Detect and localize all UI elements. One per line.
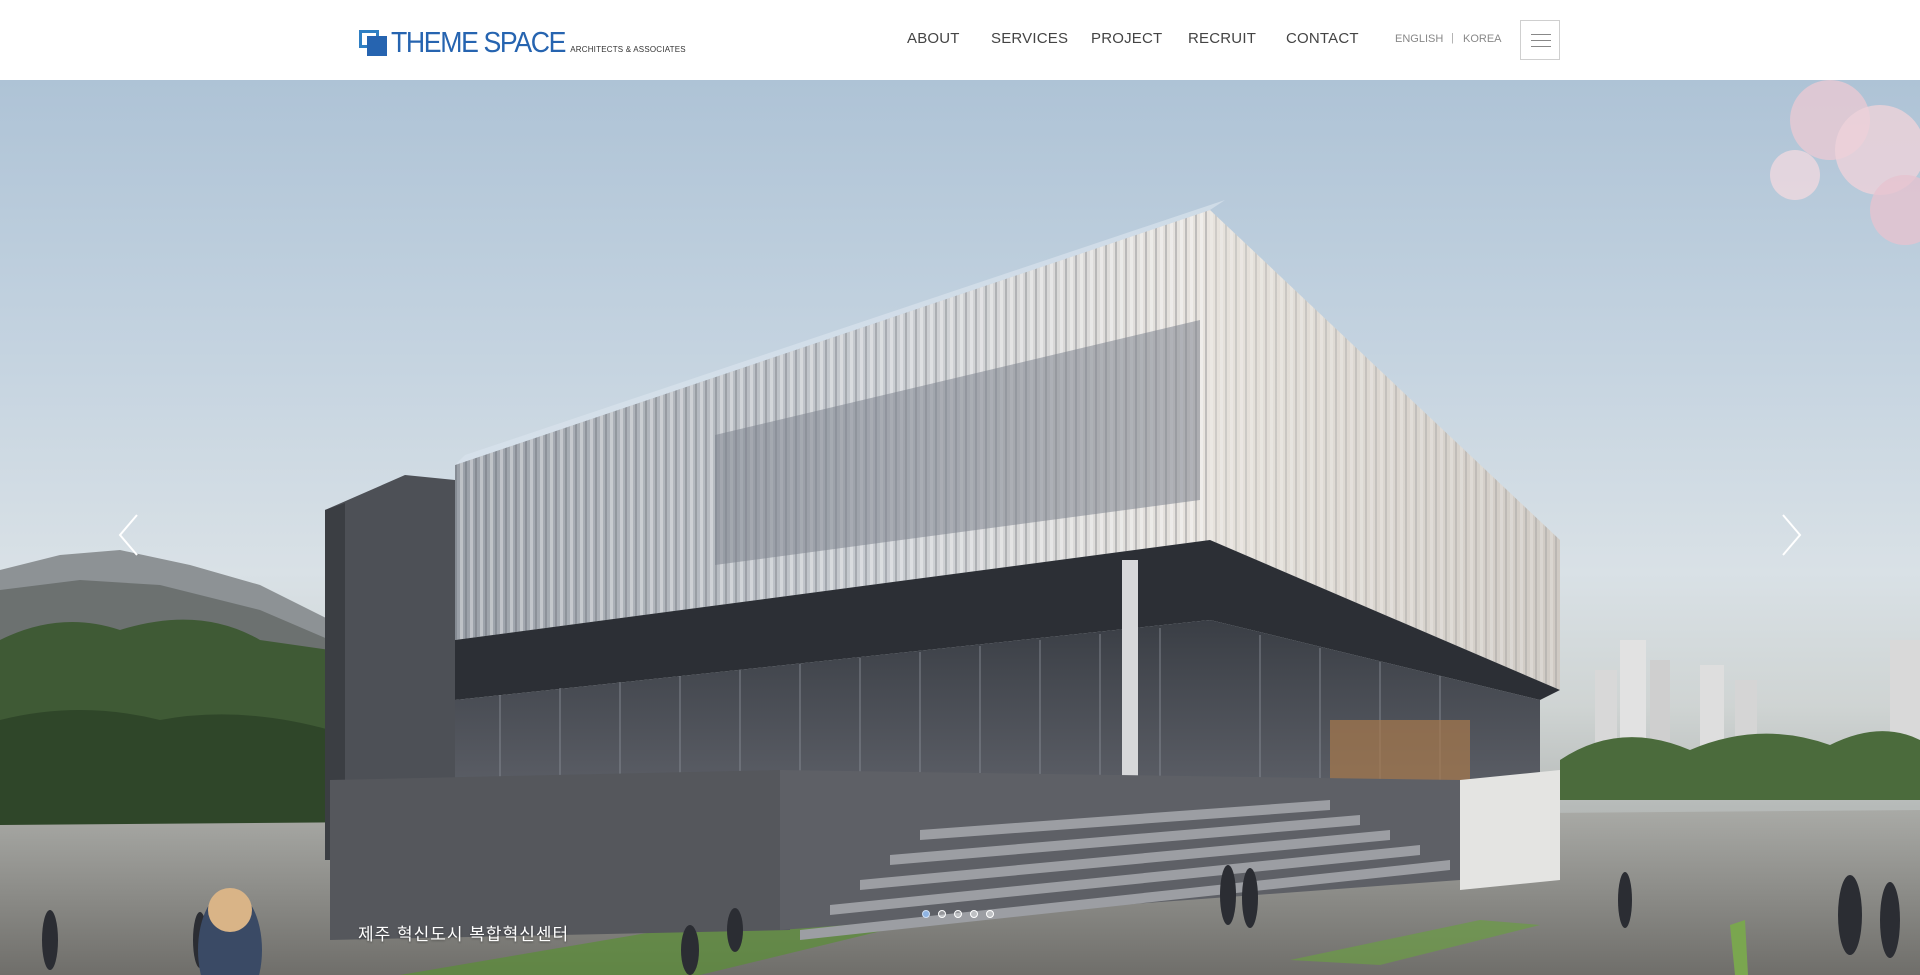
nav-about[interactable]: ABOUT xyxy=(907,30,960,47)
lang-english[interactable]: ENGLISH xyxy=(1395,33,1443,45)
logo-icon xyxy=(359,30,387,56)
slide-dot-2[interactable] xyxy=(938,910,946,918)
lang-separator: | xyxy=(1451,32,1454,44)
prev-slide-button[interactable] xyxy=(115,510,145,560)
slide-dot-3[interactable] xyxy=(954,910,962,918)
slide-pagination xyxy=(922,910,994,918)
slide-caption: 제주 혁신도시 복합혁신센터 xyxy=(358,925,570,944)
next-slide-button[interactable] xyxy=(1775,510,1805,560)
chevron-left-icon xyxy=(118,514,138,556)
site-header: THEME SPACE ARCHITECTS & ASSOCIATES ABOU… xyxy=(0,0,1920,80)
hamburger-menu-button[interactable] xyxy=(1520,20,1560,60)
hero-image xyxy=(0,80,1920,975)
slide-dot-5[interactable] xyxy=(986,910,994,918)
nav-services[interactable]: SERVICES xyxy=(991,30,1068,47)
lang-korea[interactable]: KOREA xyxy=(1463,33,1502,45)
chevron-right-icon xyxy=(1782,514,1802,556)
logo-title: THEME SPACE xyxy=(391,27,566,59)
hamburger-icon xyxy=(1531,34,1551,35)
slide-dot-4[interactable] xyxy=(970,910,978,918)
hero-slider: 제주 혁신도시 복합혁신센터 xyxy=(0,80,1920,975)
logo-subtitle: ARCHITECTS & ASSOCIATES xyxy=(570,45,686,54)
nav-contact[interactable]: CONTACT xyxy=(1286,30,1359,47)
nav-project[interactable]: PROJECT xyxy=(1091,30,1162,47)
nav-recruit[interactable]: RECRUIT xyxy=(1188,30,1256,47)
slide-dot-1[interactable] xyxy=(922,910,930,918)
site-logo[interactable]: THEME SPACE ARCHITECTS & ASSOCIATES xyxy=(359,26,686,59)
